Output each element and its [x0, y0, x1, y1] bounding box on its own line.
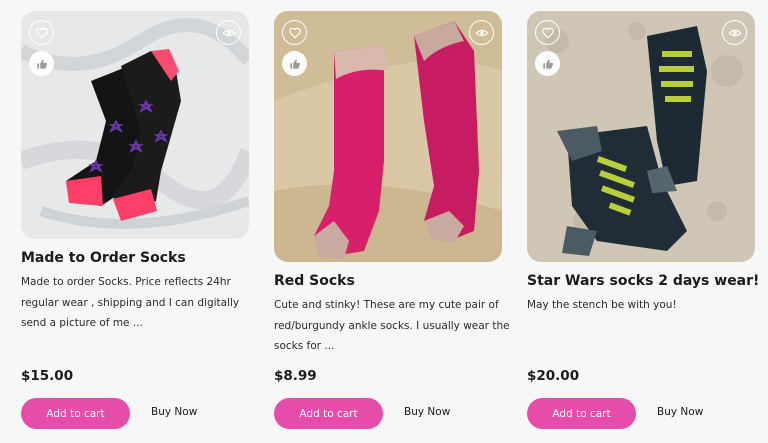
product-card: Star Wars socks 2 days wear! May the ste… — [527, 0, 759, 443]
eye-icon[interactable] — [469, 20, 494, 45]
thumbs-up-icon[interactable] — [282, 51, 307, 76]
product-description: Made to order Socks. Price reflects 24hr… — [21, 276, 240, 329]
product-price: $8.99 — [274, 368, 317, 384]
product-title[interactable]: Red Socks — [274, 273, 355, 289]
product-card: Made to Order Socks Made to order Socks.… — [21, 0, 251, 443]
buy-now-link[interactable]: Buy Now — [151, 406, 197, 418]
product-price: $20.00 — [527, 368, 580, 384]
product-description: May the stench be with you! — [527, 299, 677, 311]
product-image[interactable] — [527, 11, 755, 262]
eye-icon[interactable] — [722, 20, 747, 45]
thumbs-up-icon[interactable] — [29, 51, 54, 76]
product-card: Red Socks Cute and stinky! These are my … — [274, 0, 510, 443]
product-description: Cute and stinky! These are my cute pair … — [274, 299, 510, 352]
heart-icon[interactable] — [29, 20, 54, 45]
buy-now-link[interactable]: Buy Now — [404, 406, 450, 418]
add-to-cart-button[interactable]: Add to cart — [21, 398, 130, 429]
product-image[interactable] — [274, 11, 502, 262]
product-title[interactable]: Made to Order Socks — [21, 250, 186, 266]
buy-now-link[interactable]: Buy Now — [657, 406, 703, 418]
add-to-cart-button[interactable]: Add to cart — [527, 398, 636, 429]
thumbs-up-icon[interactable] — [535, 51, 560, 76]
add-to-cart-button[interactable]: Add to cart — [274, 398, 383, 429]
heart-icon[interactable] — [535, 20, 560, 45]
heart-icon[interactable] — [282, 20, 307, 45]
product-title[interactable]: Star Wars socks 2 days wear! — [527, 273, 759, 289]
product-image[interactable] — [21, 11, 249, 239]
eye-icon[interactable] — [216, 20, 241, 45]
product-price: $15.00 — [21, 368, 74, 384]
